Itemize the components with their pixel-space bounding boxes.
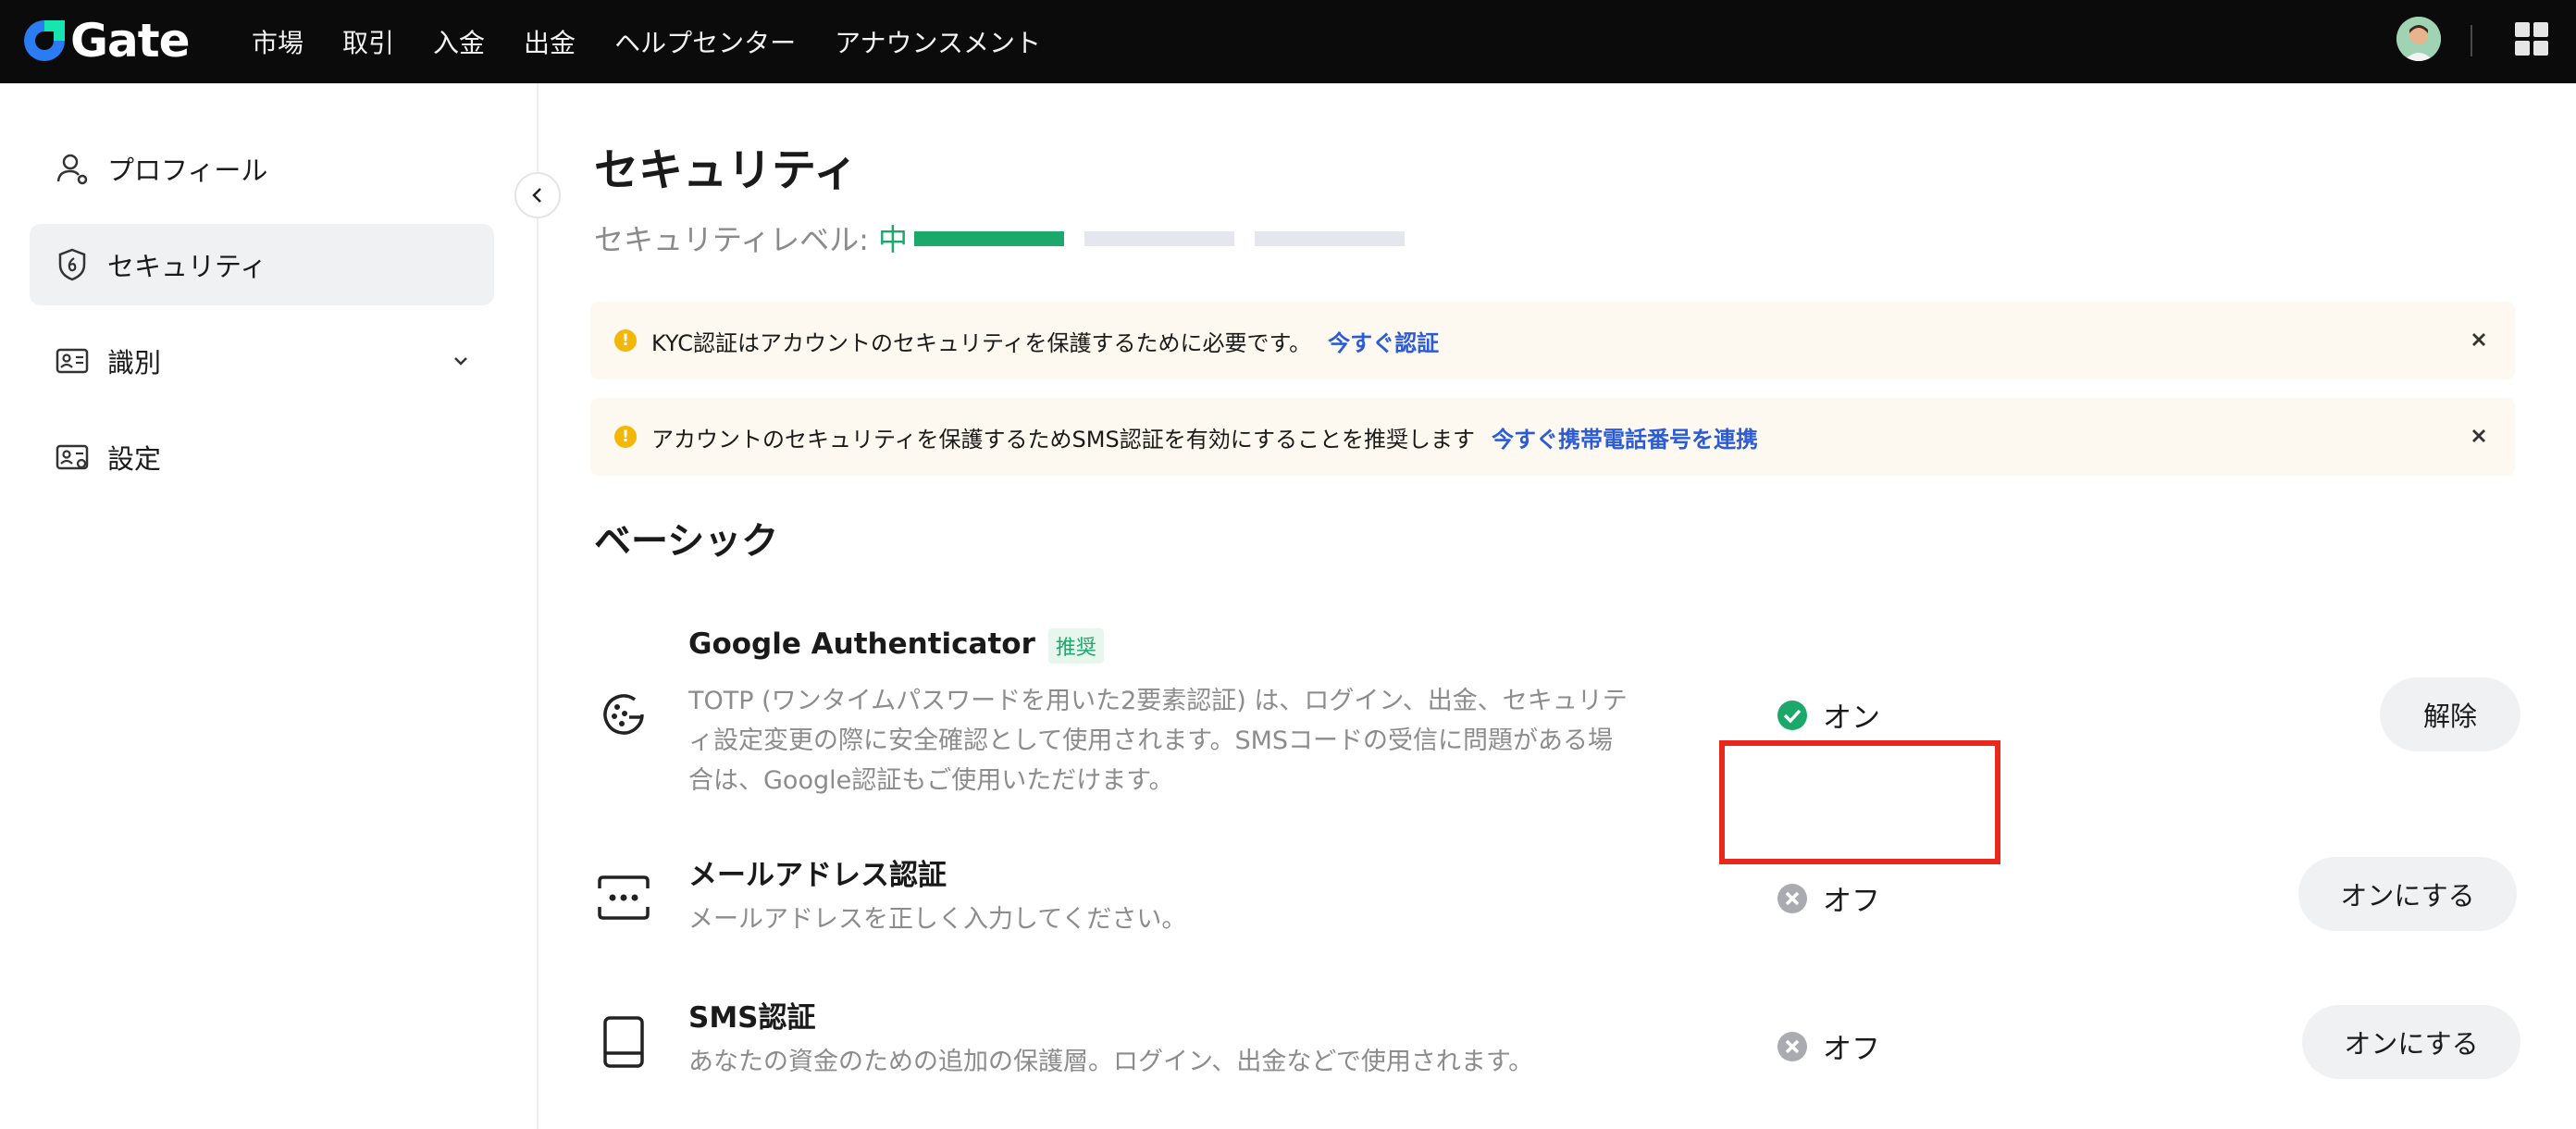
close-icon[interactable]	[2463, 420, 2495, 452]
sidebar-item-label: セキュリティ	[107, 251, 267, 282]
warning-icon: !	[614, 426, 637, 448]
security-level: セキュリティレベル: 中	[594, 217, 908, 259]
sms-auth-status: オフ	[1777, 1025, 1880, 1067]
sms-auth-description: あなたの資金のための追加の保護層。ログイン、出金などで使用されます。	[688, 1042, 1533, 1082]
link-phone-link[interactable]: 今すぐ携帯電話番号を連携	[1492, 421, 1758, 453]
sidebar-item-identification[interactable]: 識別	[30, 320, 494, 402]
email-code-icon	[598, 875, 650, 920]
shield-icon	[58, 248, 86, 281]
recommended-badge: 推奨	[1047, 627, 1104, 664]
status-text: オフ	[1823, 1033, 1880, 1066]
sidebar-item-label: 設定	[107, 443, 162, 475]
description-line: TOTP (ワンタイムパスワードを用いた2要素認証) は、ログイン、出金、セキュ…	[688, 687, 1628, 715]
kyc-alert: ! KYC認証はアカウントのセキュリティを保護するために必要です。 今すぐ認証	[590, 302, 2515, 379]
gate-logo-icon	[24, 20, 65, 61]
top-navigation-bar: Gate 市場 取引 入金 出金 ヘルプセンター アナウンスメント	[0, 0, 2576, 83]
email-auth-status: オフ	[1777, 877, 1880, 919]
nav-announcements[interactable]: アナウンスメント	[835, 23, 1041, 60]
avatar-image	[2396, 17, 2441, 61]
nav-withdraw[interactable]: 出金	[524, 23, 576, 60]
status-text: オン	[1823, 701, 1880, 735]
enable-sms-auth-button[interactable]: オンにする	[2302, 1005, 2520, 1079]
check-circle-icon	[1777, 700, 1807, 730]
chevron-left-icon	[532, 188, 541, 203]
sidebar: プロフィール セキュリティ 識別 設定	[0, 83, 539, 1129]
nav-markets[interactable]: 市場	[252, 23, 303, 60]
warning-icon: !	[614, 329, 637, 352]
nav-trade[interactable]: 取引	[342, 23, 394, 60]
nav-help-center[interactable]: ヘルプセンター	[614, 23, 796, 60]
security-level-label: セキュリティレベル:	[594, 222, 879, 257]
sidebar-item-settings[interactable]: 設定	[30, 416, 494, 498]
description-line: あなたの資金のための追加の保護層。ログイン、出金などで使用されます。	[688, 1048, 1534, 1076]
google-auth-title: Google Authenticator 推奨	[688, 627, 1104, 664]
google-auth-status: オン	[1777, 694, 1880, 736]
sidebar-item-profile[interactable]: プロフィール	[30, 128, 494, 209]
main-nav: 市場 取引 入金 出金 ヘルプセンター アナウンスメント	[252, 0, 1080, 83]
alert-text: アカウントのセキュリティを保護するためSMS認証を有効にすることを推奨します	[651, 426, 1475, 453]
row-title-text: Google Authenticator	[688, 627, 1035, 661]
sidebar-collapse-button[interactable]	[514, 172, 561, 218]
email-auth-description: メールアドレスを正しく入力してください。	[688, 899, 1186, 939]
enable-email-auth-button[interactable]: オンにする	[2298, 857, 2517, 931]
topbar-divider	[2471, 25, 2472, 56]
security-level-segment	[1084, 231, 1234, 246]
description-line: ィ設定変更の際に安全確認として使用されます。SMSコードの受信に問題がある場	[688, 726, 1614, 755]
id-card-icon	[56, 348, 89, 374]
page-title: セキュリティ	[594, 144, 859, 196]
disable-google-auth-button[interactable]: 解除	[2380, 677, 2520, 751]
security-level-value: 中	[878, 222, 909, 257]
user-icon	[56, 154, 88, 185]
security-level-segment	[914, 231, 1064, 246]
email-auth-title: メールアドレス認証	[688, 859, 947, 892]
sidebar-item-security[interactable]: セキュリティ	[30, 224, 494, 305]
apps-grid-icon[interactable]	[2513, 20, 2550, 57]
gate-logo[interactable]: Gate	[20, 14, 191, 68]
chevron-down-icon[interactable]	[448, 348, 474, 374]
authenticator-icon	[603, 694, 644, 735]
main-content: セキュリティ セキュリティレベル: 中 ! KYC認証はアカウントのセキュリティ…	[548, 96, 2565, 1129]
avatar[interactable]	[2396, 17, 2441, 61]
section-title: ベーシック	[594, 520, 779, 563]
description-line: 合は、Google認証もご使用いただけます。	[688, 766, 1174, 795]
sms-auth-title: SMS認証	[688, 1001, 816, 1035]
phone-icon	[603, 1016, 644, 1068]
x-circle-icon	[1777, 1031, 1807, 1061]
description-line: メールアドレスを正しく入力してください。	[688, 905, 1187, 934]
sms-alert: ! アカウントのセキュリティを保護するためSMS認証を有効にすることを推奨します…	[590, 398, 2515, 476]
close-icon[interactable]	[2463, 324, 2495, 355]
google-auth-description: TOTP (ワンタイムパスワードを用いた2要素認証) は、ログイン、出金、セキュ…	[688, 681, 1628, 800]
x-circle-icon	[1777, 883, 1807, 913]
alert-text: KYC認証はアカウントのセキュリティを保護するために必要です。	[651, 329, 1312, 356]
security-level-segment	[1255, 231, 1405, 246]
sidebar-item-label: 識別	[107, 347, 162, 378]
status-text: オフ	[1823, 885, 1880, 918]
brand-name: Gate	[70, 14, 191, 68]
nav-deposit[interactable]: 入金	[433, 23, 485, 60]
sidebar-item-label: プロフィール	[107, 155, 268, 186]
settings-card-icon	[56, 444, 89, 470]
verify-now-link[interactable]: 今すぐ認証	[1328, 325, 1439, 357]
